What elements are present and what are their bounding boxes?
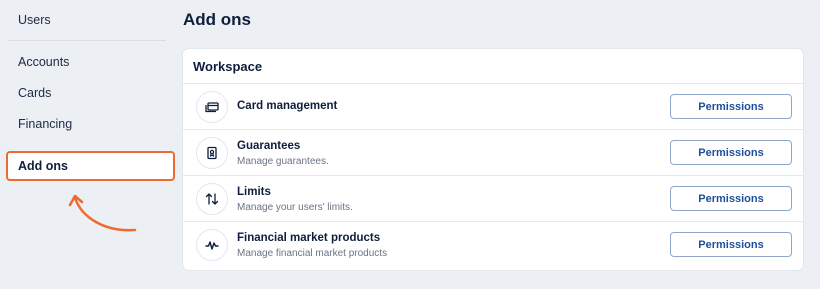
permissions-button[interactable]: Permissions xyxy=(670,186,792,211)
permissions-button[interactable]: Permissions xyxy=(670,94,792,119)
sidebar-item-cards[interactable]: Cards xyxy=(18,86,51,100)
section-header: Workspace xyxy=(183,49,803,84)
row-description: Manage financial market products xyxy=(237,248,388,259)
workspace-card: Workspace Card management Permissions Gu… xyxy=(183,49,803,270)
list-item: Guarantees Manage guarantees. Permission… xyxy=(183,130,803,176)
sidebar-item-accounts[interactable]: Accounts xyxy=(18,55,69,69)
guarantee-badge-icon xyxy=(196,137,228,169)
sidebar: Users Accounts Cards Financing Add ons xyxy=(0,0,175,289)
page-title: Add ons xyxy=(183,10,251,29)
row-description: Manage guarantees. xyxy=(237,156,329,167)
sidebar-item-financing[interactable]: Financing xyxy=(18,117,72,131)
section-title: Workspace xyxy=(193,59,263,74)
sidebar-item-users[interactable]: Users xyxy=(18,13,51,27)
sidebar-item-add-ons[interactable]: Add ons xyxy=(6,151,175,181)
permissions-button[interactable]: Permissions xyxy=(670,140,792,165)
list-item: Card management Permissions xyxy=(183,84,803,130)
permissions-button[interactable]: Permissions xyxy=(670,232,792,257)
row-title: Limits xyxy=(237,186,271,198)
list-item: Financial market products Manage financi… xyxy=(183,222,803,268)
up-down-arrows-icon xyxy=(196,183,228,215)
list-item: Limits Manage your users' limits. Permis… xyxy=(183,176,803,222)
sidebar-item-label: Add ons xyxy=(18,159,68,173)
cards-icon xyxy=(196,91,228,123)
row-title: Guarantees xyxy=(237,140,301,152)
sidebar-divider xyxy=(8,40,166,41)
pointer-arrow-icon xyxy=(68,194,137,232)
row-description: Manage your users' limits. xyxy=(237,202,353,213)
row-title: Card management xyxy=(237,100,338,112)
row-title: Financial market products xyxy=(237,232,381,244)
market-pulse-icon xyxy=(196,229,228,261)
